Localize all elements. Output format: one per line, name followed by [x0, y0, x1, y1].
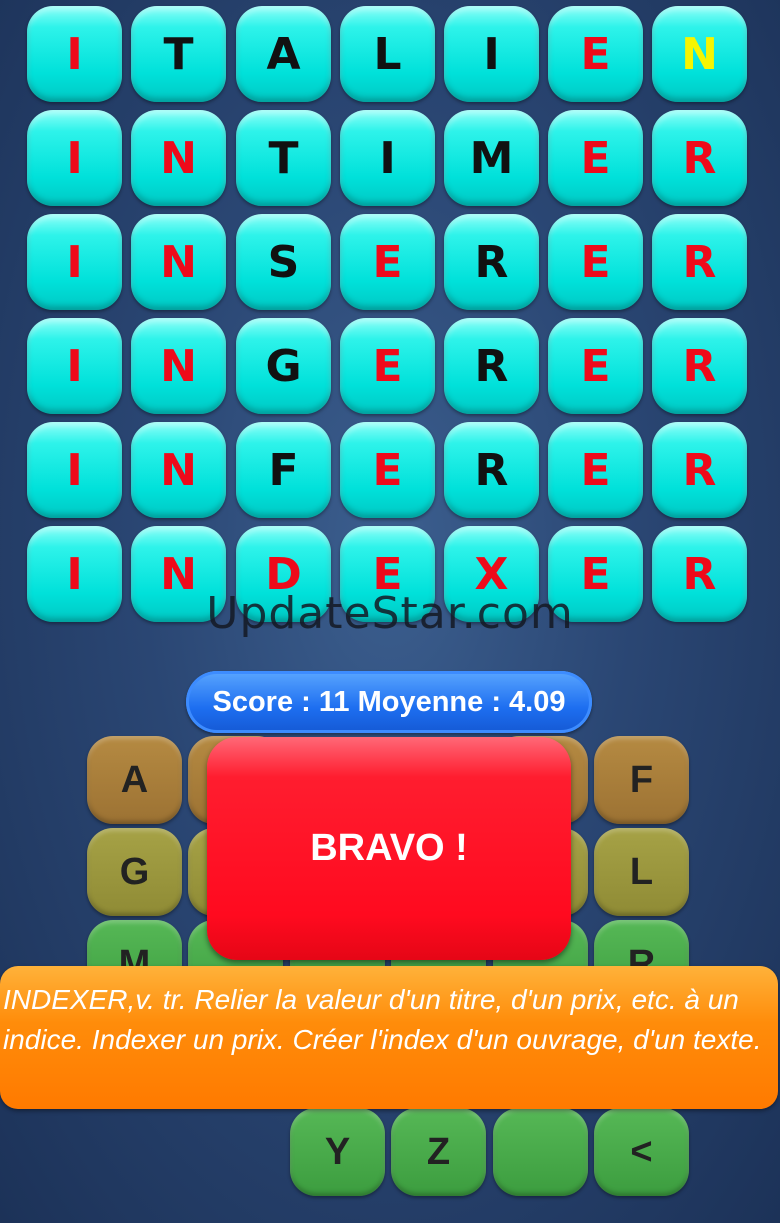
key-l[interactable]: L [594, 828, 689, 916]
grid-cell: M [444, 110, 539, 206]
key-y[interactable]: Y [290, 1108, 385, 1196]
grid-cell: I [27, 110, 122, 206]
grid-cell: T [236, 110, 331, 206]
key-z[interactable]: Z [391, 1108, 486, 1196]
grid-cell: E [548, 110, 643, 206]
grid-cell: I [27, 526, 122, 622]
grid-cell: L [340, 6, 435, 102]
grid-cell: I [27, 318, 122, 414]
grid-cell: N [131, 422, 226, 518]
bravo-popup[interactable]: BRAVO ! [207, 737, 571, 960]
grid-cell: E [548, 526, 643, 622]
grid-cell: N [652, 6, 747, 102]
key-f[interactable]: F [594, 736, 689, 824]
grid-cell: R [652, 318, 747, 414]
grid-cell: R [652, 526, 747, 622]
key-a[interactable]: A [87, 736, 182, 824]
grid-cell: N [131, 214, 226, 310]
grid-cell: I [27, 422, 122, 518]
score-badge: Score : 11 Moyenne : 4.09 [186, 671, 592, 733]
grid-cell: N [131, 526, 226, 622]
definition-panel: INDEXER,v. tr. Relier la valeur d'un tit… [0, 966, 778, 1109]
grid-cell: I [27, 214, 122, 310]
grid-cell: E [548, 318, 643, 414]
grid-cell: N [131, 110, 226, 206]
grid-cell: R [652, 422, 747, 518]
grid-cell: I [444, 6, 539, 102]
grid-cell: E [340, 214, 435, 310]
grid-cell: E [340, 422, 435, 518]
grid-cell: I [340, 110, 435, 206]
grid-cell: E [548, 214, 643, 310]
grid-cell: E [548, 6, 643, 102]
key-g[interactable]: G [87, 828, 182, 916]
key-blank[interactable] [493, 1108, 588, 1196]
grid-cell: E [340, 526, 435, 622]
grid-cell: G [236, 318, 331, 414]
grid-cell: R [652, 214, 747, 310]
letter-grid: ITALIENINTIMERINSERERINGERERINFERERINDEX… [0, 0, 780, 630]
backspace-key[interactable]: < [594, 1108, 689, 1196]
grid-cell: R [444, 422, 539, 518]
grid-cell: D [236, 526, 331, 622]
grid-cell: I [27, 6, 122, 102]
grid-cell: R [444, 214, 539, 310]
grid-cell: E [548, 422, 643, 518]
grid-cell: R [652, 110, 747, 206]
grid-cell: T [131, 6, 226, 102]
grid-cell: N [131, 318, 226, 414]
grid-cell: E [340, 318, 435, 414]
grid-cell: A [236, 6, 331, 102]
grid-cell: R [444, 318, 539, 414]
grid-cell: S [236, 214, 331, 310]
grid-cell: F [236, 422, 331, 518]
grid-cell: X [444, 526, 539, 622]
